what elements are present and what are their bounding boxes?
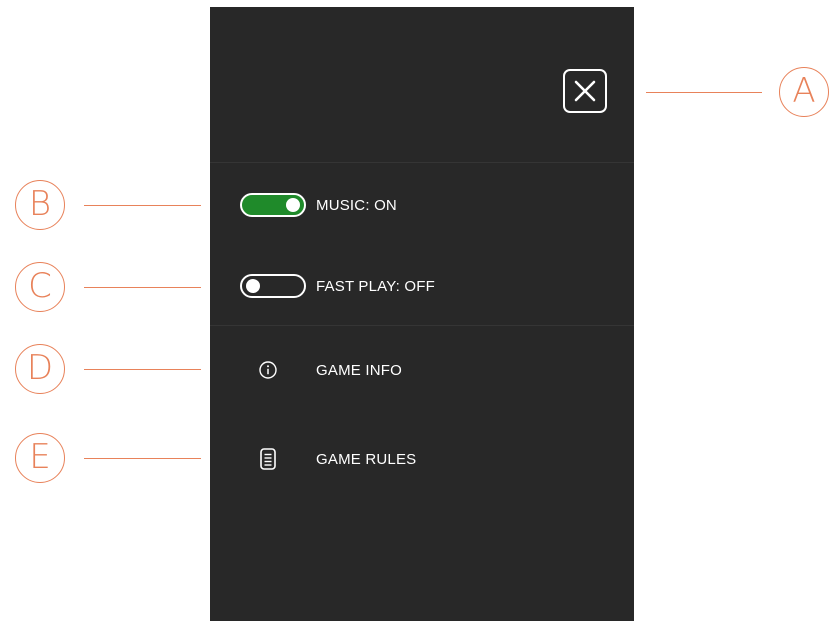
fast-play-label: FAST PLAY: OFF — [316, 277, 435, 295]
divider — [210, 325, 634, 326]
callout-line-a — [646, 92, 762, 93]
game-info-label: GAME INFO — [316, 361, 402, 379]
callout-e: E — [15, 433, 65, 483]
fast-play-toggle[interactable] — [240, 274, 306, 298]
callout-line-d — [84, 369, 201, 370]
close-icon — [574, 80, 596, 102]
game-rules-item[interactable]: GAME RULES — [258, 444, 416, 474]
screen: MUSIC: ON FAST PLAY: OFF GAME INFO GAME … — [0, 0, 830, 621]
callout-line-b — [84, 205, 201, 206]
document-icon — [258, 447, 278, 471]
fast-play-toggle-row[interactable]: FAST PLAY: OFF — [240, 272, 435, 300]
toggle-knob — [246, 279, 260, 293]
divider — [210, 162, 634, 163]
callout-c: C — [15, 262, 65, 312]
music-label: MUSIC: ON — [316, 196, 397, 214]
callout-line-c — [84, 287, 201, 288]
close-button[interactable] — [563, 69, 607, 113]
music-toggle-row[interactable]: MUSIC: ON — [240, 191, 397, 219]
game-rules-label: GAME RULES — [316, 450, 417, 468]
callout-a: A — [779, 67, 829, 117]
info-icon — [258, 358, 278, 382]
music-toggle[interactable] — [240, 193, 306, 217]
toggle-knob — [286, 198, 300, 212]
callout-b: B — [15, 180, 65, 230]
callout-line-e — [84, 458, 201, 459]
game-info-item[interactable]: GAME INFO — [258, 355, 402, 385]
callout-d: D — [15, 344, 65, 394]
settings-menu-panel: MUSIC: ON FAST PLAY: OFF GAME INFO GAME … — [210, 7, 634, 621]
